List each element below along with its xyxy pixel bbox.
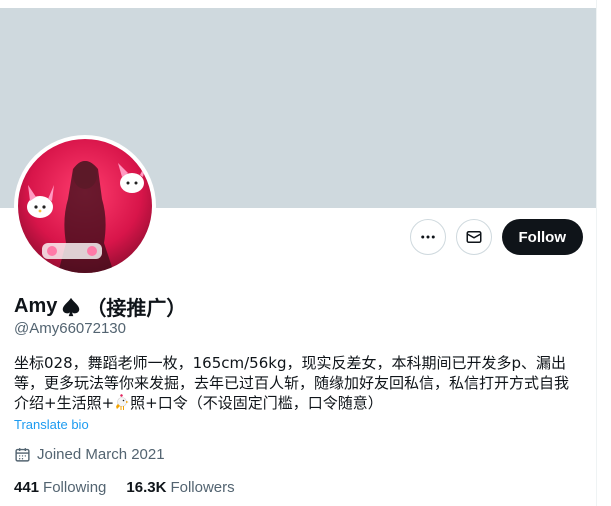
bio: 坐标028，舞蹈老师一枚，165cm/56kg，现实反差女，本科期间已开发多p、… xyxy=(14,353,574,413)
followers-label: Followers xyxy=(170,479,235,496)
message-button[interactable] xyxy=(455,219,492,255)
rooster-icon xyxy=(116,394,129,410)
profile-page: Follow Amy （接推广） @Amy66072130 坐标028，舞蹈老师… xyxy=(0,0,611,506)
calendar-icon xyxy=(15,448,30,462)
follow-button[interactable]: Follow xyxy=(501,219,583,255)
envelope-icon xyxy=(466,231,481,243)
bio-line: 坐标028，舞蹈老师一枚，165cm/56kg，现实反差女，本科期间已开发多p、… xyxy=(14,354,566,372)
following-label: Following xyxy=(43,479,107,496)
display-name-suffix: （接推广） xyxy=(86,298,187,320)
following-link[interactable]: 441 Following xyxy=(14,479,106,496)
more-button[interactable] xyxy=(409,219,446,255)
profile-actions: Follow xyxy=(409,219,583,255)
bio-line-part: 介绍+生活照+ xyxy=(14,394,115,412)
display-name: Amy （接推广） xyxy=(14,292,186,321)
spade-icon xyxy=(63,297,80,316)
avatar-image xyxy=(18,139,152,273)
follow-stats: 441 Following 16.3K Followers xyxy=(14,479,235,496)
joined-date: Joined March 2021 xyxy=(14,446,165,463)
scrollbar-track[interactable] xyxy=(596,0,611,506)
more-dots-icon xyxy=(420,235,435,239)
bio-line-part: 照+口令（不设固定门槛，口令随意） xyxy=(130,394,383,412)
top-strip xyxy=(0,0,611,8)
translate-bio-link[interactable]: Translate bio xyxy=(14,417,89,432)
bio-line: 等，更多玩法等你来发掘，去年已过百人斩，随缘加好友回私信，私信打开方式自我 xyxy=(14,374,570,392)
following-count: 441 xyxy=(14,479,40,496)
user-handle: @Amy66072130 xyxy=(14,320,126,337)
followers-count: 16.3K xyxy=(126,479,167,496)
bio-line: 介绍+生活照+ 照+口令（不设固定门槛，口令随意） xyxy=(14,393,574,413)
followers-link[interactable]: 16.3K Followers xyxy=(126,479,234,496)
avatar[interactable] xyxy=(14,135,156,277)
joined-text: Joined March 2021 xyxy=(37,446,165,463)
display-name-text: Amy xyxy=(14,295,58,317)
